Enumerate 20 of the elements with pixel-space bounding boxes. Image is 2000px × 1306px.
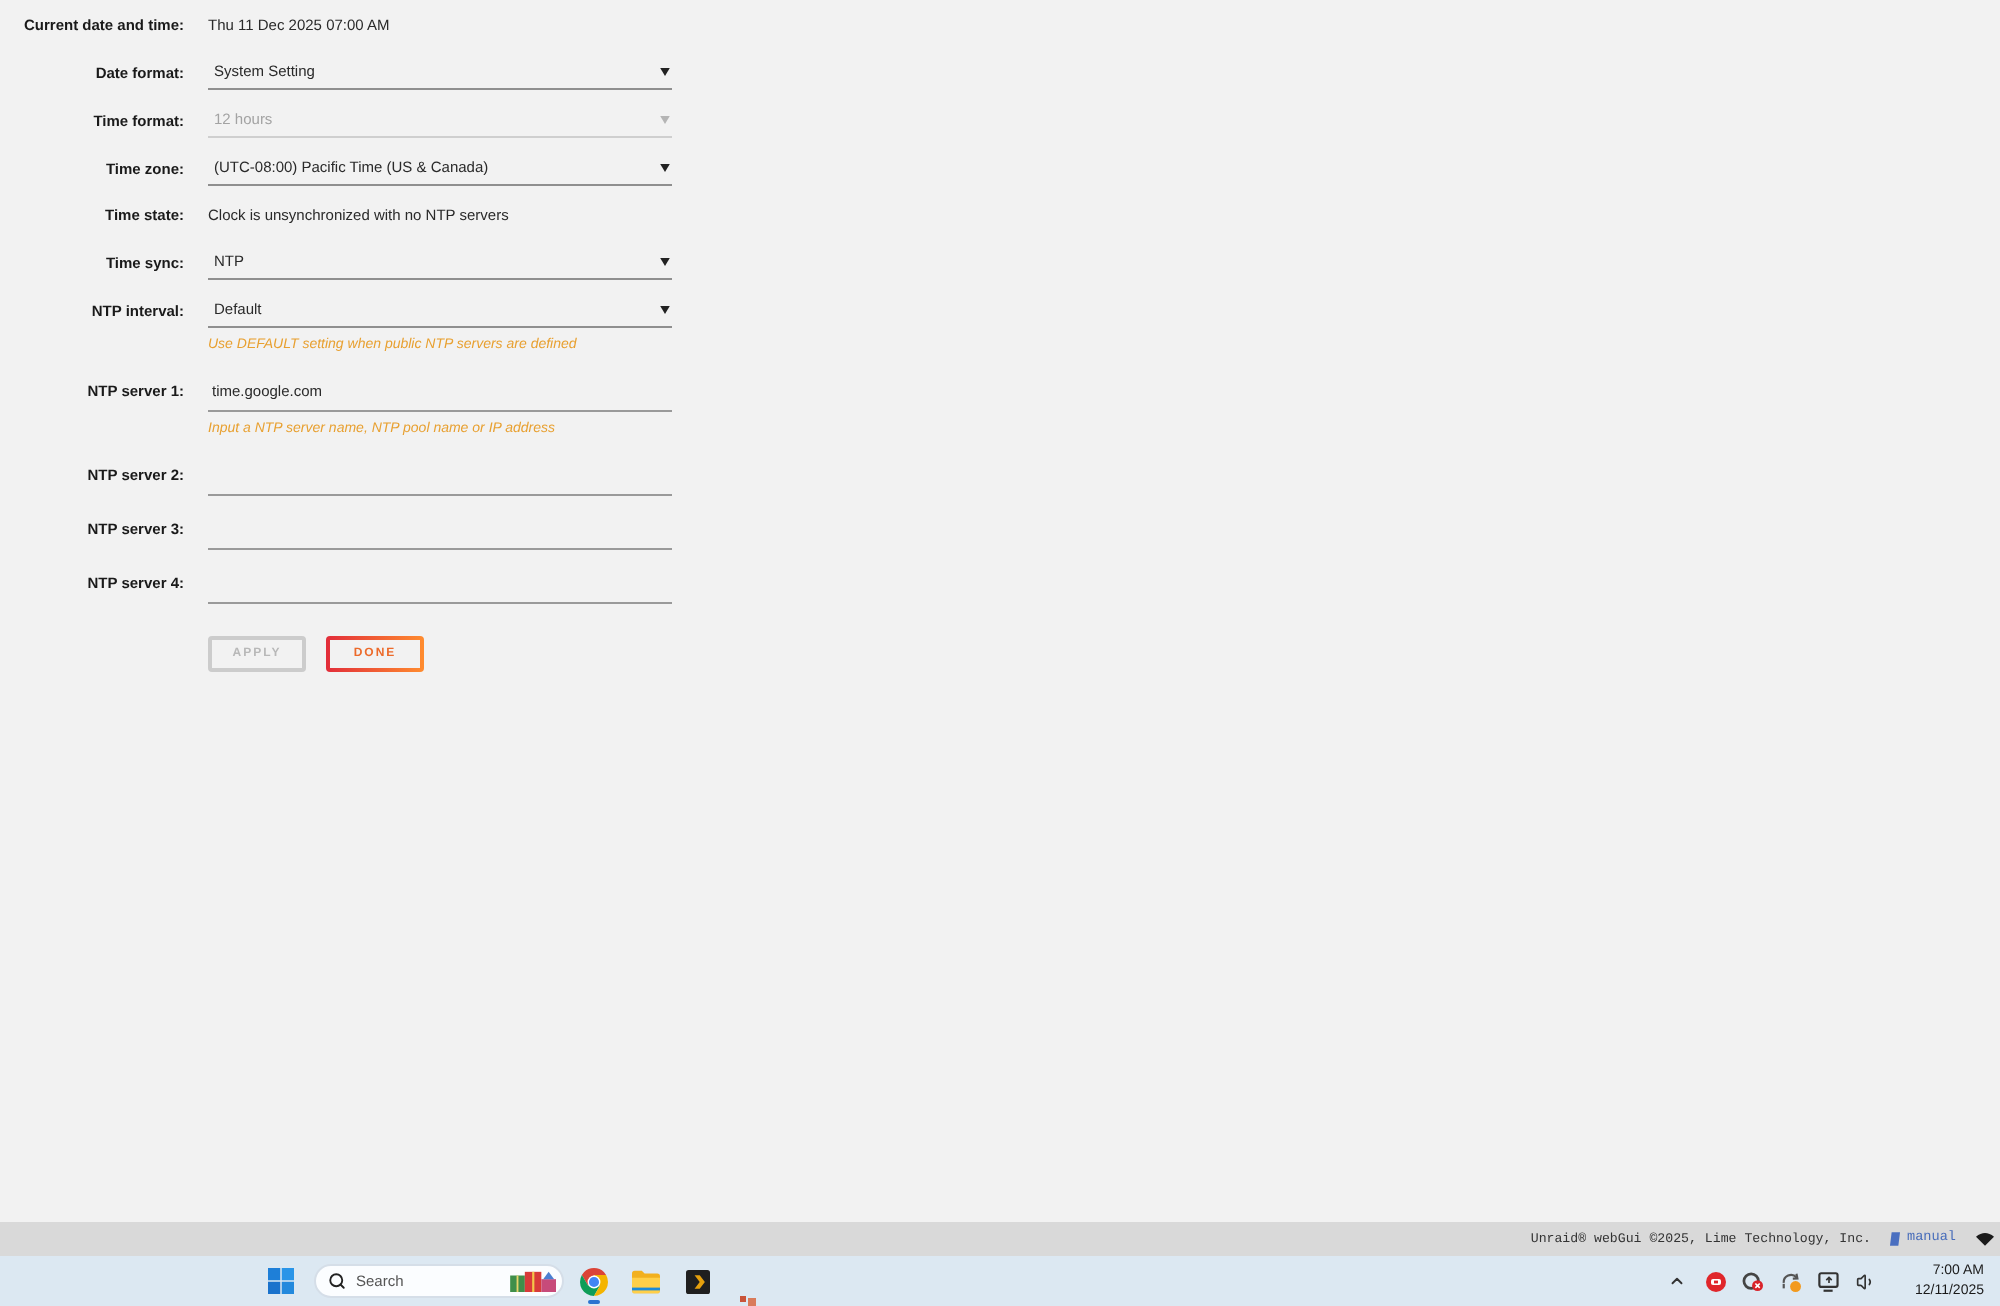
caret-icon [660,306,670,314]
caret-icon [660,164,670,172]
browser-icon[interactable] [580,1267,608,1295]
small-app-icon[interactable] [740,1296,756,1306]
search-icon [328,1272,346,1290]
gifts-icon [510,1270,558,1292]
chevron-app-icon[interactable] [686,1269,710,1293]
monitor-icon[interactable] [1818,1271,1841,1291]
caret-icon [660,116,670,124]
speaker-icon[interactable] [1856,1271,1877,1291]
cloud-alert-icon[interactable] [1742,1271,1765,1291]
caret-icon [660,68,670,76]
wifi-icon [1976,1232,1994,1246]
folder-icon[interactable] [632,1269,660,1293]
sync-icon[interactable] [1780,1271,1803,1291]
book-icon [1889,1232,1900,1246]
windows-icon[interactable] [268,1268,294,1294]
caret-icon [660,258,670,266]
chevron-up-icon[interactable] [1668,1272,1687,1290]
tray-app-icon[interactable] [1706,1271,1727,1291]
